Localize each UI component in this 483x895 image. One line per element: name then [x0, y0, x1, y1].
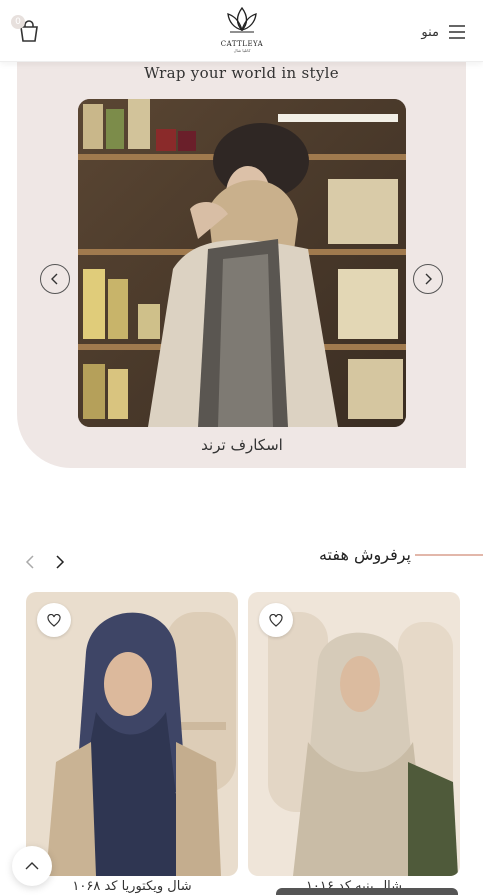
lotus-logo-icon — [227, 6, 257, 33]
site-logo[interactable]: CATTLEYA کاتلیا شال — [218, 4, 266, 58]
bottom-sheet-handle[interactable] — [276, 888, 458, 895]
hero-slide-image[interactable] — [78, 99, 406, 427]
section-accent-line — [415, 554, 483, 556]
chevron-right-icon — [56, 555, 65, 569]
menu-button[interactable]: منو — [421, 20, 467, 44]
back-to-top-button[interactable] — [12, 846, 52, 886]
section-title: پرفروش هفته — [318, 545, 411, 564]
chevron-right-icon — [425, 273, 432, 285]
product-card[interactable] — [26, 592, 238, 876]
menu-label: منو — [421, 24, 439, 40]
slider-next-button[interactable] — [413, 264, 443, 294]
slider-prev-button[interactable] — [40, 264, 70, 294]
product-card[interactable] — [248, 592, 460, 876]
hamburger-icon — [449, 25, 465, 39]
site-header: 0 CATTLEYA کاتلیا شال منو — [0, 0, 483, 62]
heart-icon — [47, 613, 61, 627]
favorite-button[interactable] — [37, 603, 71, 637]
scarf-model-photo — [78, 99, 406, 427]
chevron-left-icon — [25, 555, 34, 569]
carousel-prev-button[interactable] — [22, 554, 38, 570]
cart-count-badge: 0 — [11, 15, 25, 29]
carousel-next-button[interactable] — [52, 554, 68, 570]
heart-icon — [269, 613, 283, 627]
favorite-button[interactable] — [259, 603, 293, 637]
hero-title: Wrap your world in style — [144, 64, 339, 82]
chevron-left-icon — [51, 273, 58, 285]
logo-subtext: کاتلیا شال — [233, 48, 251, 53]
logo-text: CATTLEYA — [220, 40, 264, 48]
cart-button[interactable]: 0 — [11, 15, 42, 44]
chevron-up-icon — [25, 862, 39, 870]
slide-caption: اسکارف ترند — [201, 436, 283, 454]
product-title[interactable]: شال ویکتوریا کد ۱۰۶۸ — [26, 879, 238, 894]
